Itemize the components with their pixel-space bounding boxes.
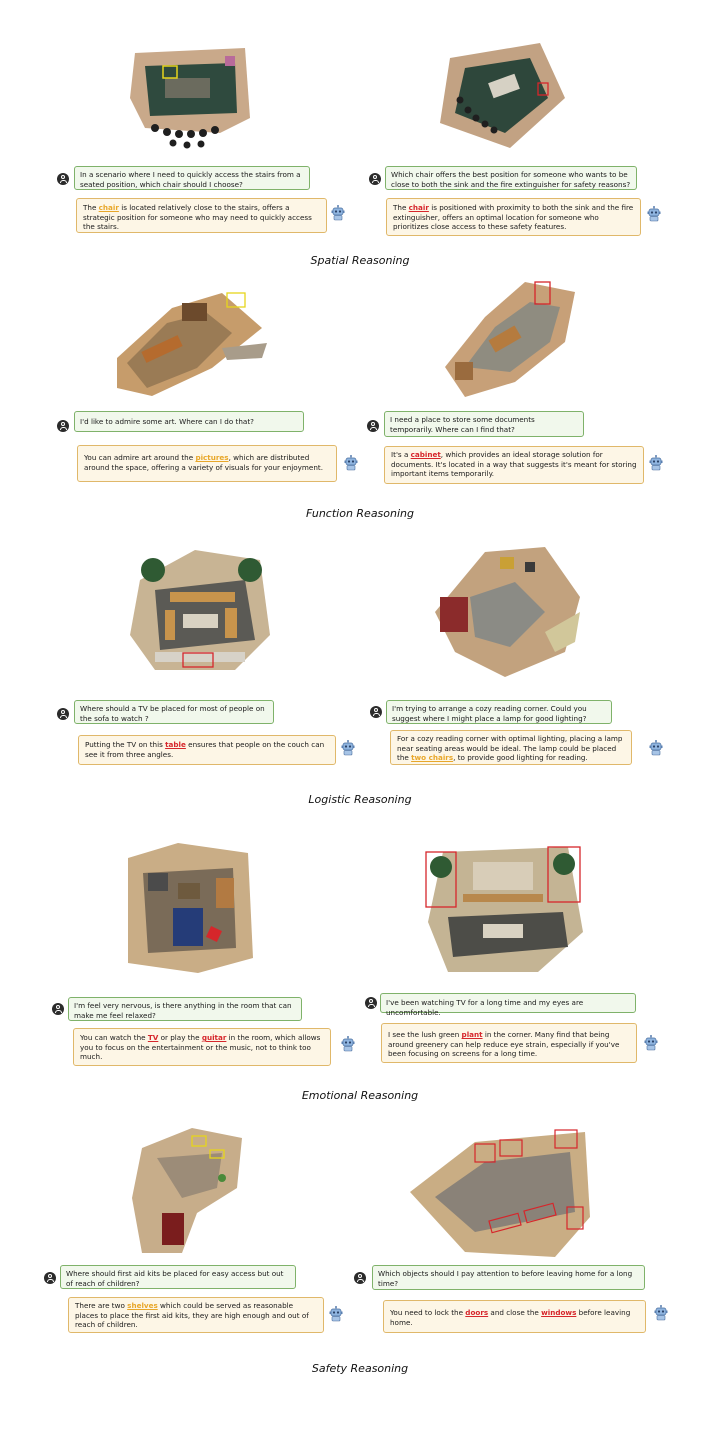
answer-box: The chair is located relatively close to… — [76, 198, 327, 233]
answer-keyword: cabinet — [410, 450, 441, 459]
question-text: I need a place to store some documents t… — [390, 415, 535, 434]
user-avatar-icon — [365, 997, 377, 1009]
section-caption: Emotional Reasoning — [301, 1089, 419, 1102]
question-text: I'd like to admire some art. Where can I… — [80, 417, 254, 426]
question-text: I'm trying to arrange a cozy reading cor… — [392, 704, 587, 723]
answer-text: You can admire art around the — [84, 453, 196, 462]
answer-box: I see the lush green plant in the corner… — [381, 1023, 637, 1063]
question-box: Which chair offers the best position for… — [385, 166, 637, 190]
question-box: I'm trying to arrange a cozy reading cor… — [386, 700, 612, 724]
answer-keyword: chair — [408, 203, 429, 212]
scene-image-function-right — [435, 272, 585, 402]
answer-keyword: table — [165, 740, 186, 749]
robot-icon — [340, 1036, 356, 1052]
robot-icon — [648, 455, 664, 471]
robot-icon — [643, 1035, 659, 1051]
question-text: I'm feel very nervous, is there anything… — [74, 1001, 292, 1020]
answer-text: I see the lush green — [388, 1030, 462, 1039]
user-avatar-icon — [370, 706, 382, 718]
answer-keyword: guitar — [201, 1033, 227, 1042]
answer-keyword: shelves — [127, 1301, 158, 1310]
user-avatar-icon — [44, 1272, 56, 1284]
answer-box: For a cozy reading corner with optimal l… — [390, 730, 632, 765]
answer-box: Putting the TV on this table ensures tha… — [78, 735, 336, 765]
answer-text: , to provide good lighting for reading. — [453, 753, 588, 763]
section-caption: Function Reasoning — [305, 507, 415, 520]
scene-image-safety-right — [405, 1122, 595, 1262]
robot-icon — [340, 740, 356, 756]
robot-icon — [343, 455, 359, 471]
user-avatar-icon — [354, 1272, 366, 1284]
question-box: I'd like to admire some art. Where can I… — [74, 411, 304, 432]
answer-text: is positioned with proximity to both the… — [393, 203, 634, 232]
user-avatar-icon — [369, 173, 381, 185]
answer-keyword: two chairs — [411, 753, 454, 763]
answer-box: You need to lock the doors and close the… — [383, 1300, 646, 1333]
question-text: Which objects should I pay attention to … — [378, 1269, 633, 1288]
section-caption: Logistic Reasoning — [308, 793, 412, 806]
scene-image-emotional-left — [118, 838, 258, 978]
answer-text: or play the — [158, 1033, 202, 1042]
question-box: Where should first aid kits be placed fo… — [60, 1265, 296, 1289]
question-box: Where should a TV be placed for most of … — [74, 700, 274, 724]
user-avatar-icon — [367, 420, 379, 432]
question-box: In a scenario where I need to quickly ac… — [74, 166, 310, 190]
scene-image-logistic-left — [125, 540, 275, 680]
answer-text: The — [393, 203, 409, 212]
answer-text: There are two — [75, 1301, 128, 1310]
question-text: Where should a TV be placed for most of … — [80, 704, 265, 723]
answer-keyword: plant — [461, 1030, 483, 1039]
answer-keyword: doors — [465, 1308, 489, 1317]
answer-box: The chair is positioned with proximity t… — [386, 198, 641, 236]
user-avatar-icon — [57, 708, 69, 720]
answer-keyword: chair — [98, 203, 119, 212]
scene-image-function-left — [112, 288, 272, 398]
answer-text: Putting the TV on this — [85, 740, 166, 749]
user-avatar-icon — [57, 420, 69, 432]
question-box: I've been watching TV for a long time an… — [380, 993, 636, 1017]
answer-box: There are two shelves which could be ser… — [68, 1297, 324, 1333]
answer-text: You can watch the — [80, 1033, 148, 1042]
robot-icon — [328, 1306, 344, 1322]
scene-image-emotional-right — [418, 832, 593, 980]
answer-keyword: pictures — [195, 453, 229, 462]
answer-keyword: TV — [147, 1033, 159, 1042]
user-avatar-icon — [57, 173, 69, 185]
answer-text: The — [83, 203, 99, 212]
question-text: Where should first aid kits be placed fo… — [66, 1269, 284, 1288]
answer-text: and close the — [488, 1308, 542, 1317]
answer-text: It's a — [391, 450, 411, 459]
question-box: Which objects should I pay attention to … — [372, 1265, 645, 1290]
user-avatar-icon — [52, 1003, 64, 1015]
scene-image-logistic-right — [425, 542, 585, 682]
scene-image-spatial-left — [125, 38, 255, 156]
scene-image-safety-left — [122, 1118, 252, 1258]
scene-image-spatial-right — [430, 38, 570, 156]
section-caption: Safety Reasoning — [311, 1362, 409, 1375]
robot-icon — [653, 1305, 669, 1321]
question-text: Which chair offers the best position for… — [391, 170, 631, 189]
robot-icon — [330, 205, 346, 221]
question-text: I've been watching TV for a long time an… — [386, 998, 584, 1017]
answer-text: You need to lock the — [390, 1308, 466, 1317]
robot-icon — [648, 740, 664, 756]
question-text: In a scenario where I need to quickly ac… — [80, 170, 301, 189]
section-caption: Spatial Reasoning — [310, 254, 410, 267]
answer-box: It's a cabinet, which provides an ideal … — [384, 446, 644, 484]
question-box: I'm feel very nervous, is there anything… — [68, 997, 302, 1021]
robot-icon — [646, 206, 662, 222]
answer-keyword: windows — [541, 1308, 577, 1317]
answer-box: You can watch the TV or play the guitar … — [73, 1028, 331, 1066]
answer-box: You can admire art around the pictures, … — [77, 445, 337, 482]
question-box: I need a place to store some documents t… — [384, 411, 584, 437]
